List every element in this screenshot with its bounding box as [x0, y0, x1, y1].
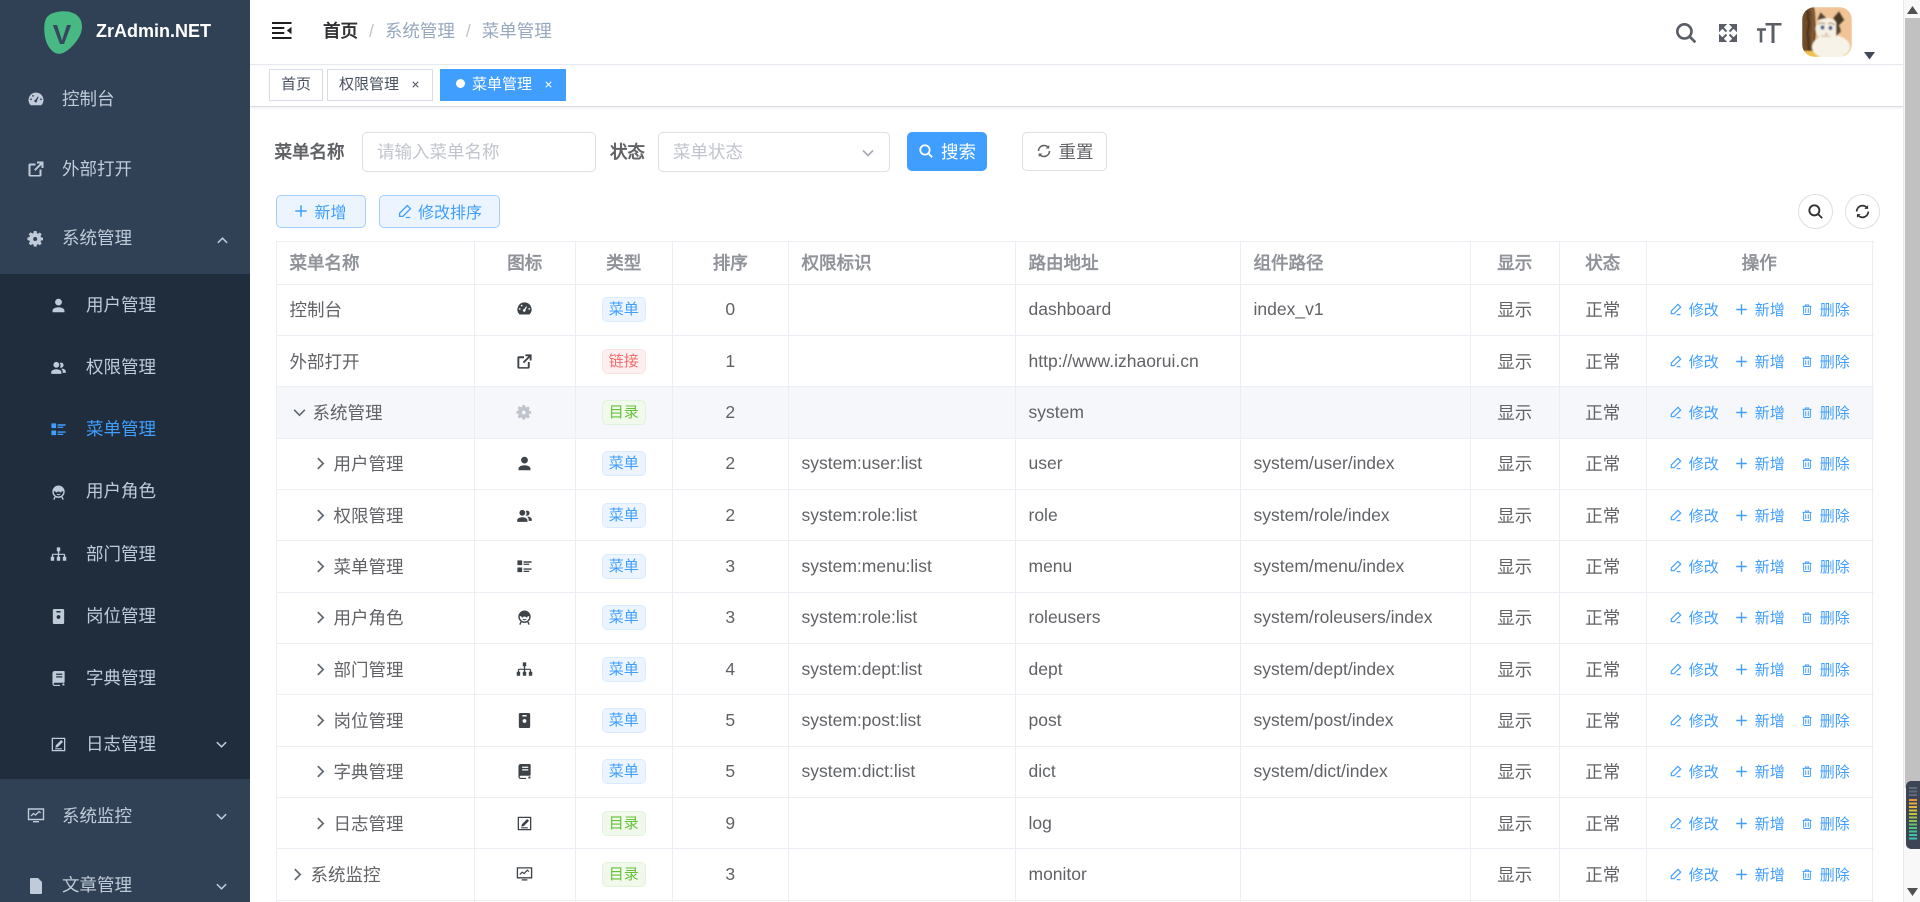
svg-text:V: V — [53, 19, 72, 50]
